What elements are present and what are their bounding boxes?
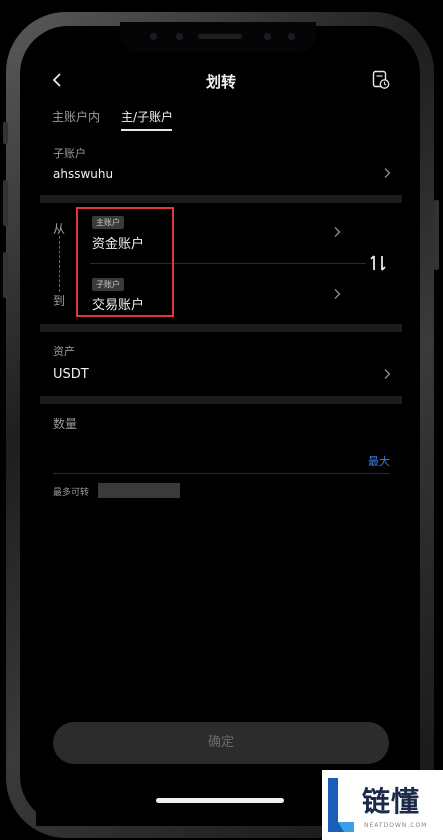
swap-vertical-icon[interactable] xyxy=(369,254,387,272)
section-divider xyxy=(40,195,402,203)
from-label: 从 xyxy=(53,222,66,236)
max-transferable-value-redacted xyxy=(98,483,180,498)
active-tab-indicator xyxy=(121,129,172,131)
nav-bar: 划转 xyxy=(36,56,406,104)
page-title: 划转 xyxy=(205,73,236,91)
sub-account-selector[interactable]: ahsswuhu xyxy=(53,167,113,181)
app-screen: 划转 主账户内 主/子账户 子账户 ahsswuhu 从 到 主账户 资金账户 … xyxy=(36,56,406,826)
section-divider xyxy=(40,396,402,404)
home-indicator xyxy=(156,798,284,803)
volume-up-button xyxy=(3,180,8,226)
phone-notch xyxy=(120,22,316,52)
chevron-right-icon[interactable] xyxy=(333,226,341,238)
confirm-button[interactable]: 确定 xyxy=(53,722,389,764)
volume-down-button xyxy=(3,252,8,298)
max-transferable-label: 最多可转 xyxy=(53,488,90,498)
transfer-records-icon[interactable] xyxy=(372,70,390,90)
watermark-logo: 链懂 NEATDOWN.COM xyxy=(322,770,443,840)
speaker-grill xyxy=(198,34,242,39)
front-camera xyxy=(264,33,271,40)
max-button[interactable]: 最大 xyxy=(368,453,390,469)
section-divider xyxy=(40,324,402,332)
silent-switch xyxy=(3,122,8,144)
highlight-annotation-box xyxy=(76,207,174,317)
to-label: 到 xyxy=(53,294,66,308)
quantity-label: 数量 xyxy=(53,417,78,431)
sensor-dot xyxy=(176,33,183,40)
asset-selector[interactable]: USDT xyxy=(53,367,89,382)
chevron-right-icon[interactable] xyxy=(383,368,391,380)
sensor-dot xyxy=(288,33,295,40)
watermark-l-logo-icon xyxy=(328,778,354,832)
watermark-subtext: NEATDOWN.COM xyxy=(364,822,428,829)
sensor-dot xyxy=(150,33,157,40)
tab-main-account-internal[interactable]: 主账户内 xyxy=(52,108,100,125)
from-to-connector xyxy=(59,236,60,292)
chevron-right-icon[interactable] xyxy=(383,167,391,179)
asset-label: 资产 xyxy=(53,345,75,358)
tab-main-sub-account[interactable]: 主/子账户 xyxy=(121,108,173,125)
sub-account-label: 子账户 xyxy=(53,147,86,160)
watermark-text: 链懂 xyxy=(362,785,421,818)
chevron-right-icon[interactable] xyxy=(333,288,341,300)
power-button xyxy=(434,200,439,270)
quantity-input-underline[interactable] xyxy=(53,473,390,474)
